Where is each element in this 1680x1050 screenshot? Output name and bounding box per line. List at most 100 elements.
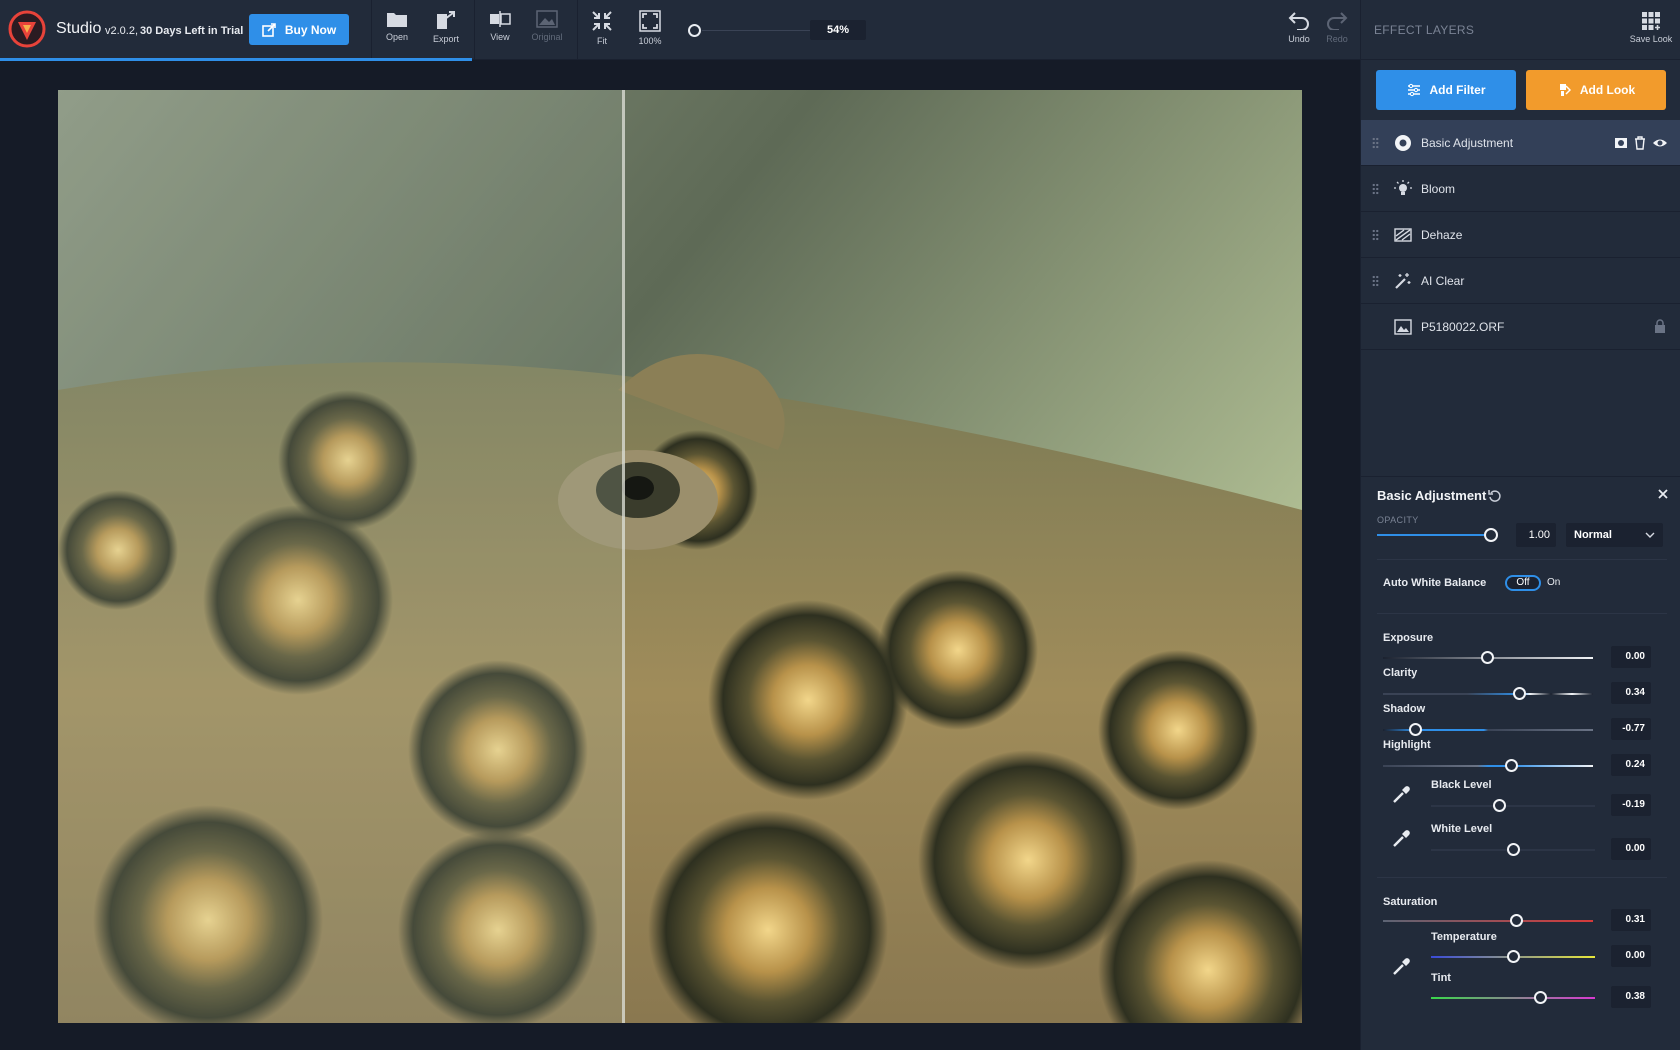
layer-item-base-image[interactable]: P5180022.ORF — [1361, 304, 1680, 350]
original-button[interactable]: Original — [524, 10, 570, 42]
temperature-value[interactable]: 0.00 — [1611, 945, 1651, 967]
layer-item-basic-adjustment[interactable]: Basic Adjustment — [1361, 120, 1680, 166]
layer-item-dehaze[interactable]: Dehaze — [1361, 212, 1680, 258]
clarity-slider-handle[interactable] — [1513, 687, 1526, 700]
zoom-slider-track[interactable] — [702, 30, 810, 31]
toolbar-divider — [577, 0, 578, 60]
adjustment-title: Basic Adjustment — [1377, 488, 1487, 503]
add-look-button[interactable]: Add Look — [1526, 70, 1666, 110]
awb-off-option[interactable]: Off — [1505, 575, 1541, 591]
exposure-label: Exposure — [1383, 632, 1434, 644]
awb-toggle[interactable]: Off On — [1505, 575, 1575, 591]
clarity-value[interactable]: 0.34 — [1611, 682, 1651, 704]
redo-label: Redo — [1326, 34, 1348, 44]
temperature-label: Temperature — [1431, 931, 1497, 943]
photo-preview[interactable] — [58, 90, 1302, 1023]
zoom-value[interactable]: 54% — [810, 20, 866, 40]
fit-label: Fit — [597, 36, 607, 46]
drag-handle-icon[interactable] — [1372, 275, 1379, 287]
drag-handle-icon[interactable] — [1372, 229, 1379, 241]
bulb-icon — [1394, 180, 1412, 195]
grid-save-icon — [1642, 12, 1660, 30]
save-look-button[interactable]: Save Look — [1628, 11, 1674, 44]
fit-icon — [592, 11, 612, 31]
divider — [1377, 613, 1667, 614]
saturation-slider-handle[interactable] — [1510, 914, 1523, 927]
view-button[interactable]: View — [477, 10, 523, 42]
shadow-slider-handle[interactable] — [1409, 723, 1422, 736]
stingray-photo — [58, 90, 1302, 1023]
eye-icon[interactable] — [1652, 136, 1668, 150]
layer-tools — [1614, 136, 1668, 150]
highlight-slider-handle[interactable] — [1505, 759, 1518, 772]
tint-slider[interactable] — [1431, 997, 1595, 999]
top-toolbar: Studio v2.0.2, 30 Days Left in Trial Buy… — [0, 0, 1360, 60]
white-level-slider-handle[interactable] — [1507, 843, 1520, 856]
highlight-value[interactable]: 0.24 — [1611, 754, 1651, 776]
tint-value[interactable]: 0.38 — [1611, 986, 1651, 1008]
buy-now-button[interactable]: Buy Now — [249, 14, 349, 45]
fit-button[interactable]: Fit — [579, 10, 625, 46]
undo-label: Undo — [1288, 34, 1310, 44]
add-filter-label: Add Filter — [1429, 83, 1486, 97]
opacity-slider-handle[interactable] — [1484, 528, 1498, 542]
close-icon[interactable] — [1657, 488, 1669, 500]
shadow-label: Shadow — [1383, 703, 1426, 715]
trash-icon[interactable] — [1633, 136, 1647, 150]
redo-button[interactable]: Redo — [1314, 10, 1360, 44]
sliders-icon — [1407, 83, 1420, 97]
expand-icon — [639, 10, 661, 32]
drag-handle-icon[interactable] — [1372, 137, 1379, 149]
split-view-icon — [490, 11, 511, 27]
highlight-slider[interactable] — [1383, 765, 1593, 767]
highlight-label: Highlight — [1383, 739, 1431, 751]
saturation-slider[interactable] — [1383, 920, 1593, 922]
layer-label: AI Clear — [1421, 274, 1465, 288]
undo-icon — [1288, 12, 1309, 30]
white-level-label: White Level — [1431, 823, 1493, 835]
exposure-slider-handle[interactable] — [1481, 651, 1494, 664]
temperature-slider-handle[interactable] — [1507, 950, 1520, 963]
compare-split-handle[interactable] — [622, 90, 625, 1023]
opacity-label: OPACITY — [1377, 515, 1419, 525]
export-label: Export — [432, 34, 459, 44]
chevron-down-icon — [1645, 532, 1655, 538]
image-icon — [1394, 319, 1412, 335]
zoom-100-button[interactable]: 100% — [627, 10, 673, 46]
reset-icon[interactable] — [1488, 489, 1502, 503]
drag-handle-icon[interactable] — [1372, 183, 1379, 195]
tint-slider-handle[interactable] — [1534, 991, 1547, 1004]
layer-item-ai-clear[interactable]: AI Clear — [1361, 258, 1680, 304]
black-level-slider[interactable] — [1431, 805, 1595, 807]
shadow-value[interactable]: -0.77 — [1611, 718, 1651, 740]
magic-wand-icon — [1395, 273, 1411, 289]
white-level-value[interactable]: 0.00 — [1611, 838, 1651, 860]
export-button[interactable]: Export — [423, 10, 469, 44]
zoom-slider-handle[interactable] — [688, 24, 701, 37]
eyedropper-icon[interactable] — [1391, 957, 1411, 977]
opacity-value[interactable]: 1.00 — [1516, 523, 1556, 547]
black-level-slider-handle[interactable] — [1493, 799, 1506, 812]
blend-mode-select[interactable]: Normal — [1566, 523, 1663, 547]
add-filter-button[interactable]: Add Filter — [1376, 70, 1516, 110]
panel-header: EFFECT LAYERS Save Look — [1361, 0, 1680, 60]
app-name: Studio — [56, 20, 102, 37]
saturation-label: Saturation — [1383, 896, 1438, 908]
dehaze-icon — [1394, 228, 1412, 242]
image-canvas[interactable] — [0, 61, 1360, 1050]
layer-item-bloom[interactable]: Bloom — [1361, 166, 1680, 212]
eyedropper-icon[interactable] — [1391, 829, 1411, 849]
saturation-value[interactable]: 0.31 — [1611, 909, 1651, 931]
layer-list: Basic Adjustment Bloom Dehaze AI Clear P… — [1361, 120, 1680, 350]
awb-on-option[interactable]: On — [1547, 577, 1560, 588]
exposure-value[interactable]: 0.00 — [1611, 646, 1651, 668]
black-level-value[interactable]: -0.19 — [1611, 794, 1651, 816]
mask-icon[interactable] — [1614, 136, 1628, 150]
external-link-icon — [262, 22, 276, 37]
panel-title: EFFECT LAYERS — [1374, 23, 1475, 37]
app-logo — [8, 10, 46, 48]
opacity-slider[interactable] — [1377, 534, 1497, 536]
clarity-slider[interactable] — [1383, 693, 1593, 695]
eyedropper-icon[interactable] — [1391, 785, 1411, 805]
open-button[interactable]: Open — [374, 10, 420, 42]
